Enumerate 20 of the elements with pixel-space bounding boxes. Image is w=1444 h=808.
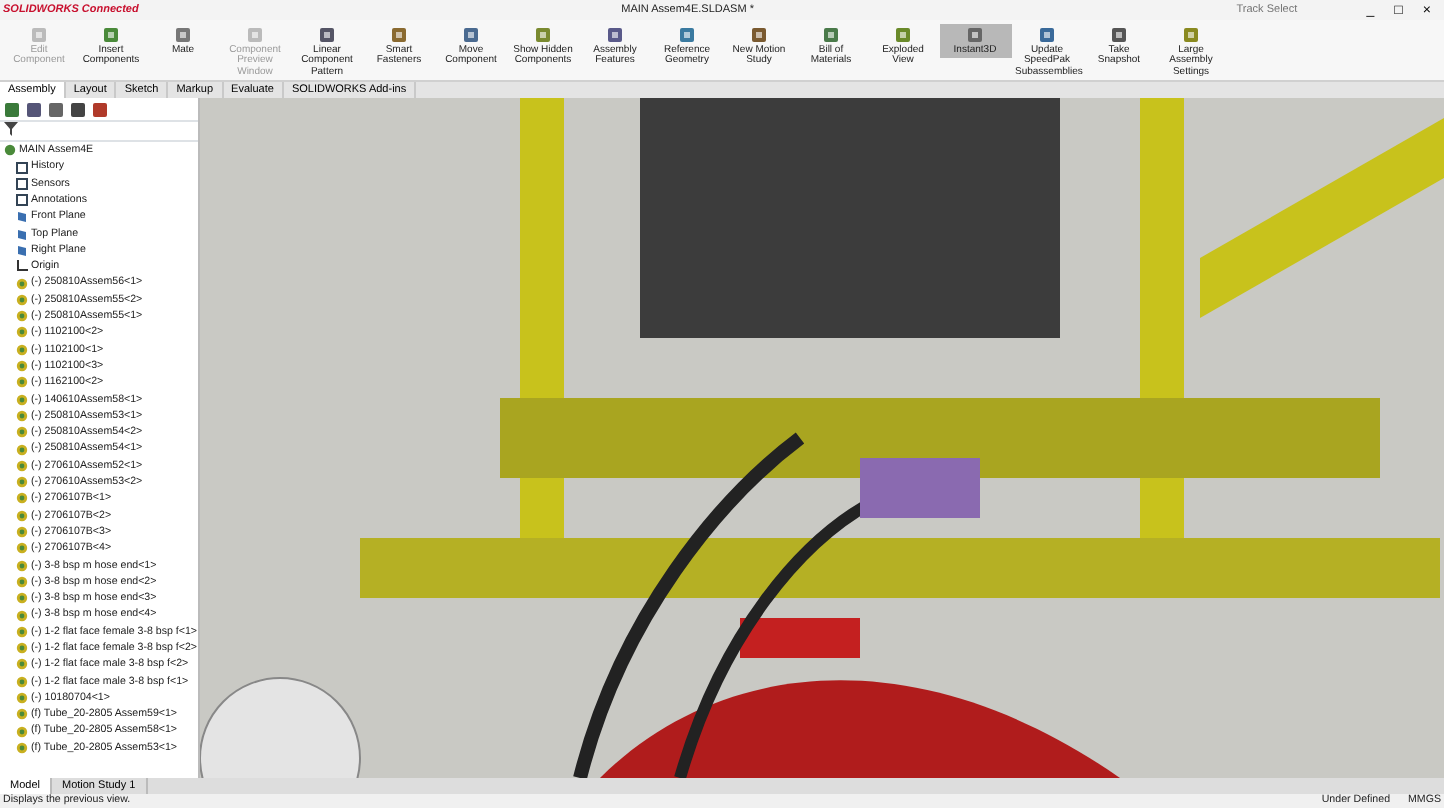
assembly-icon [4,144,16,157]
tool-icon [1038,25,1056,43]
tool-icon [606,25,624,43]
tool-icon [822,25,840,43]
tool-icon [318,25,336,43]
tool-icon [1182,25,1200,43]
filter-icon [3,122,17,136]
tool-icon [678,25,696,43]
tool-icon [966,25,984,43]
tool-icon [30,25,48,43]
origin-icon [16,260,28,273]
tool-icon [246,25,264,43]
tool-icon [894,25,912,43]
tool-icon [462,25,480,43]
tool-icon [174,25,192,43]
tool-icon [102,25,120,43]
tool-icon [534,25,552,43]
tool-icon [390,25,408,43]
tool-icon [1110,25,1128,43]
tool-icon [750,25,768,43]
